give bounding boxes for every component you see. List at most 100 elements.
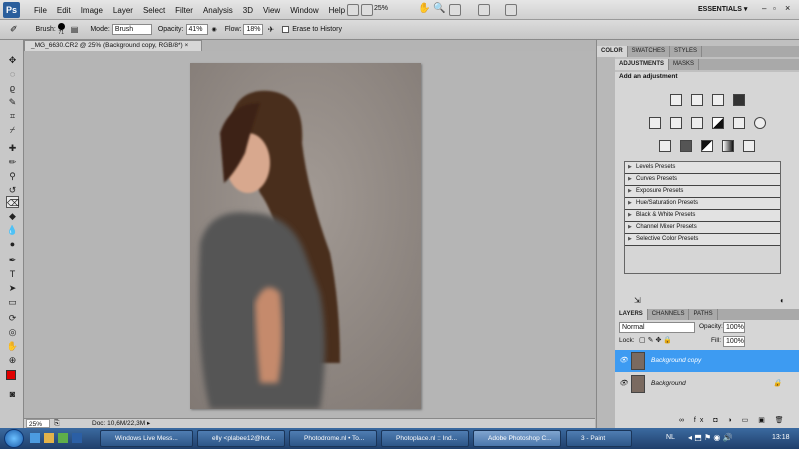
gradient-map-icon[interactable]: [722, 140, 734, 152]
preset-black-white[interactable]: Black & White Presets: [625, 210, 780, 222]
taskbar-item[interactable]: Photodrome.nl • To...: [289, 430, 377, 447]
zoom-tool-icon[interactable]: ⊕: [6, 354, 19, 366]
preset-hue-saturation[interactable]: Hue/Saturation Presets: [625, 198, 780, 210]
menu-layer[interactable]: Layer: [108, 6, 138, 15]
menu-analysis[interactable]: Analysis: [198, 6, 238, 15]
opacity-field[interactable]: 41%: [185, 24, 208, 35]
3d-rotate-tool-icon[interactable]: ⟳: [6, 312, 19, 324]
hand-tool-icon[interactable]: ✋: [418, 3, 430, 14]
clip-layer-icon[interactable]: ⇲: [634, 296, 641, 305]
curves-icon[interactable]: [712, 94, 724, 106]
menu-view[interactable]: View: [258, 6, 285, 15]
color-balance-icon[interactable]: [691, 117, 703, 129]
layer-actions-bar[interactable]: ∞ fx ◘ ◑ ▭ ▣ 🗑: [679, 416, 788, 424]
tab-channels[interactable]: CHANNELS: [648, 309, 690, 320]
taskbar-item[interactable]: Adobe Photoshop C...: [473, 430, 561, 447]
tray-icons[interactable]: ◂ ⬒ ⚑ ◉ 🔊: [688, 433, 733, 442]
workspace-switcher[interactable]: ESSENTIALS ▾: [698, 5, 747, 13]
tab-layers[interactable]: LAYERS: [615, 309, 648, 320]
taskbar-item[interactable]: Windows Live Mess...: [100, 430, 193, 447]
brightness-icon[interactable]: [670, 94, 682, 106]
status-menu-icon[interactable]: ▸: [147, 419, 150, 428]
quick-selection-tool-icon[interactable]: ✎: [6, 96, 19, 108]
hue-saturation-icon[interactable]: [670, 117, 682, 129]
3d-orbit-tool-icon[interactable]: ◎: [6, 326, 19, 338]
preset-selective-color[interactable]: Selective Color Presets: [625, 234, 780, 246]
layer-opacity-field[interactable]: 100%: [723, 322, 745, 333]
status-zoom-field[interactable]: 25%: [26, 419, 50, 428]
channel-mixer-icon[interactable]: [754, 117, 766, 129]
blend-mode-select[interactable]: Normal: [619, 322, 695, 333]
brush-tool-icon[interactable]: ✐: [10, 24, 18, 35]
blur-tool-icon[interactable]: 💧: [6, 224, 19, 236]
brush-panel-icon[interactable]: ▤: [71, 25, 79, 34]
path-selection-tool-icon[interactable]: ➤: [6, 282, 19, 294]
status-export-icon[interactable]: ⎘: [54, 419, 60, 428]
quick-mask-icon[interactable]: ◙: [6, 388, 19, 400]
eyedropper-tool-icon[interactable]: ⌿: [6, 124, 19, 136]
mini-bridge-icon[interactable]: [361, 4, 373, 16]
close-icon[interactable]: ×: [785, 3, 790, 13]
layer-name[interactable]: Background: [651, 380, 686, 387]
clone-stamp-tool-icon[interactable]: ⚲: [6, 170, 19, 182]
layer-background[interactable]: 👁 Background 🔒: [615, 373, 799, 395]
restore-icon[interactable]: ▫: [773, 4, 776, 13]
tab-adjustments[interactable]: ADJUSTMENTS: [615, 59, 670, 70]
language-indicator[interactable]: NL: [666, 434, 675, 441]
taskbar-item[interactable]: elly <plabee12@hot...: [197, 430, 285, 447]
brush-picker[interactable]: 71: [57, 23, 65, 36]
type-tool-icon[interactable]: T: [6, 268, 19, 280]
menu-image[interactable]: Image: [76, 6, 108, 15]
tab-color[interactable]: COLOR: [597, 46, 628, 57]
eraser-tool-icon[interactable]: ⌫: [6, 196, 20, 208]
document-tab[interactable]: _MG_6630.CR2 @ 25% (Background copy, RGB…: [24, 40, 202, 51]
clock[interactable]: 13:18: [772, 434, 790, 441]
tab-paths[interactable]: PATHS: [689, 309, 718, 320]
paint-bucket-tool-icon[interactable]: ◆: [6, 210, 19, 222]
invert-icon[interactable]: [659, 140, 671, 152]
menu-filter[interactable]: Filter: [170, 6, 198, 15]
history-brush-tool-icon[interactable]: ↺: [6, 184, 19, 196]
shape-tool-icon[interactable]: ▭: [6, 296, 19, 308]
minimize-icon[interactable]: –: [762, 4, 766, 13]
fill-field[interactable]: 100%: [723, 336, 745, 347]
vibrance-icon[interactable]: [649, 117, 661, 129]
taskbar-item[interactable]: Photoplace.nl :: Ind...: [381, 430, 469, 447]
spot-healing-tool-icon[interactable]: ✚: [6, 142, 19, 154]
media-quicklaunch-icon[interactable]: [58, 433, 68, 443]
marquee-tool-icon[interactable]: ◌: [6, 68, 19, 80]
explorer-quicklaunch-icon[interactable]: [44, 433, 54, 443]
view-mode-icon[interactable]: ◐: [780, 296, 785, 305]
preset-channel-mixer[interactable]: Channel Mixer Presets: [625, 222, 780, 234]
hand-tool-icon[interactable]: ✋: [6, 340, 19, 352]
zoom-select[interactable]: 25%: [374, 5, 414, 16]
foreground-color-swatch[interactable]: [6, 370, 16, 380]
menu-window[interactable]: Window: [285, 6, 323, 15]
selective-color-icon[interactable]: [743, 140, 755, 152]
erase-history-checkbox[interactable]: [282, 26, 290, 33]
layer-background-copy[interactable]: 👁 Background copy: [615, 350, 799, 372]
menu-file[interactable]: File: [29, 6, 52, 15]
black-white-icon[interactable]: [712, 117, 724, 129]
menu-3d[interactable]: 3D: [238, 6, 258, 15]
taskbar-item[interactable]: 3 - Paint: [566, 430, 632, 447]
mode-select[interactable]: Brush: [111, 24, 152, 35]
menu-edit[interactable]: Edit: [52, 6, 76, 15]
photoshop-logo[interactable]: Ps: [3, 2, 20, 18]
airbrush-icon[interactable]: ✈: [267, 25, 274, 34]
move-tool-icon[interactable]: ✥: [6, 54, 19, 66]
tab-swatches[interactable]: SWATCHES: [628, 46, 671, 57]
visibility-eye-icon[interactable]: 👁: [619, 356, 628, 364]
ie-quicklaunch-icon[interactable]: [30, 433, 40, 443]
posterize-icon[interactable]: [680, 140, 692, 152]
menu-select[interactable]: Select: [138, 6, 170, 15]
rotate-view-icon[interactable]: [449, 4, 461, 16]
flow-field[interactable]: 18%: [243, 24, 264, 35]
dodge-tool-icon[interactable]: ●: [6, 238, 19, 250]
tab-masks[interactable]: MASKS: [669, 59, 700, 70]
bridge-icon[interactable]: [347, 4, 359, 16]
tab-styles[interactable]: STYLES: [670, 46, 703, 57]
visibility-eye-icon[interactable]: 👁: [619, 379, 628, 387]
arrange-documents-icon[interactable]: [478, 4, 490, 16]
lock-options-icon[interactable]: ▢✎✥🔒: [639, 336, 674, 344]
